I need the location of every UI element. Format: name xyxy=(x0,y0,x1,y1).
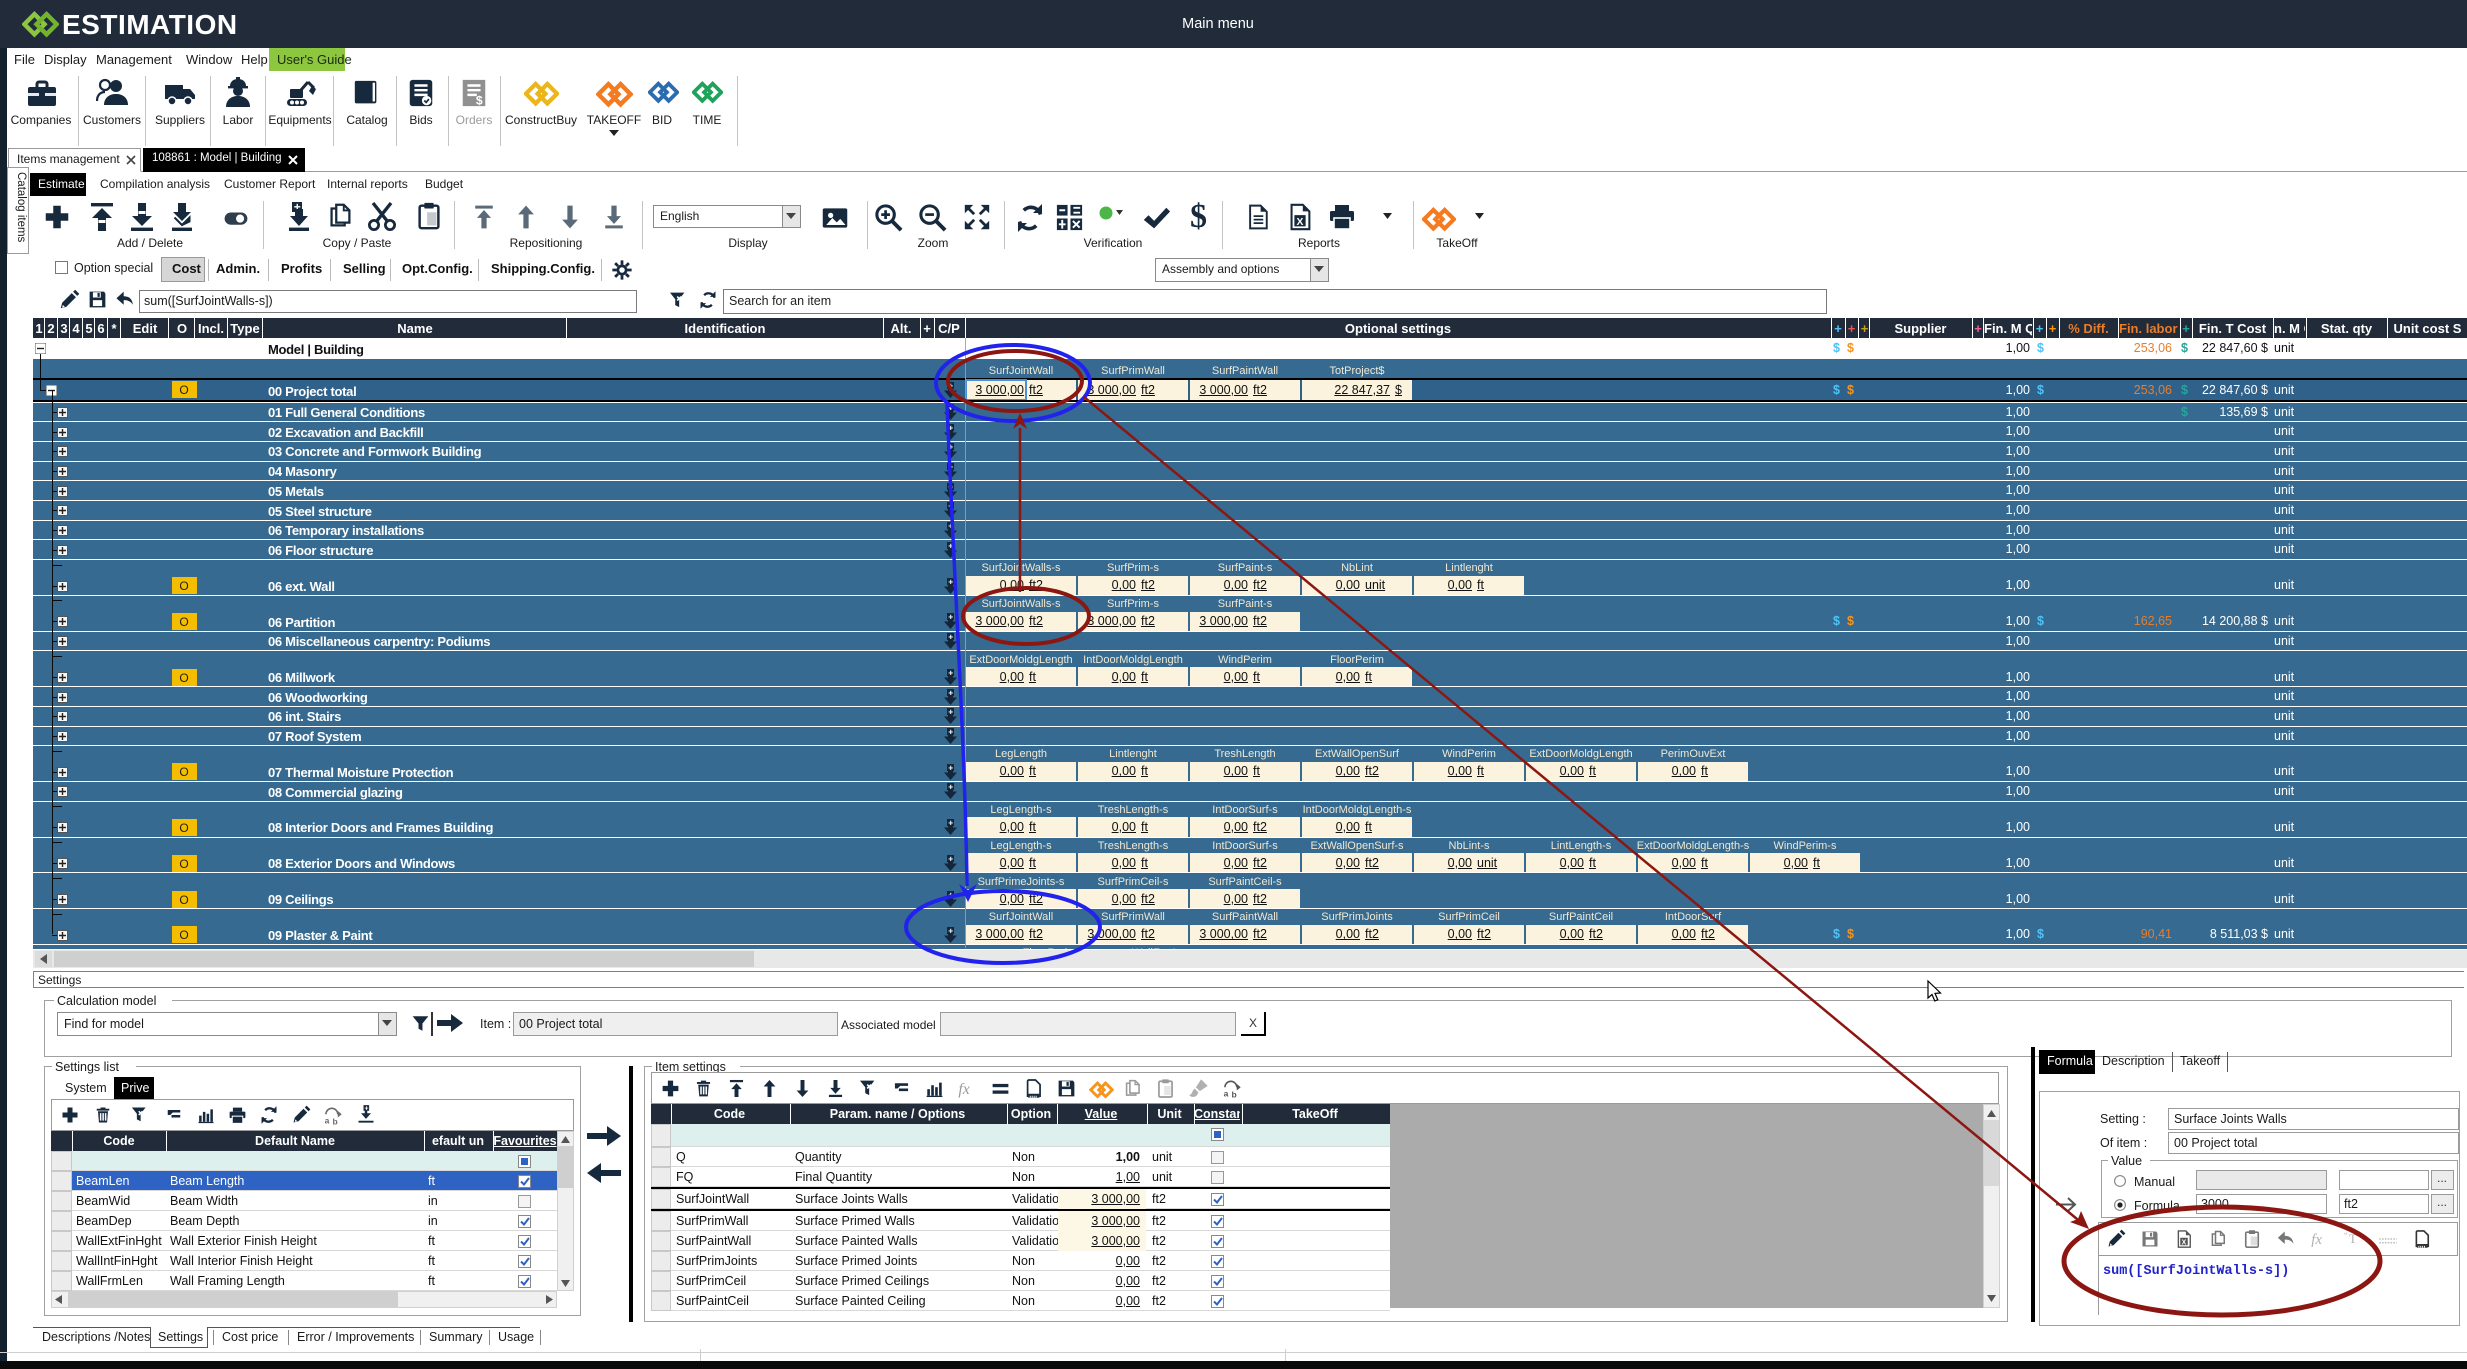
svg-text:X: X xyxy=(1296,217,1303,228)
svg-text:T: T xyxy=(2349,1232,2357,1246)
svg-text:a: a xyxy=(325,1115,330,1125)
svg-text:fx: fx xyxy=(958,1081,969,1098)
svg-text:fx: fx xyxy=(2311,1232,2322,1248)
svg-text:+: + xyxy=(364,1105,368,1112)
svg-text:“: “ xyxy=(2344,1230,2348,1240)
svg-text:b: b xyxy=(333,1117,338,1126)
svg-text:b: b xyxy=(1232,1090,1237,1099)
svg-text:$: $ xyxy=(476,93,483,107)
svg-text:X: X xyxy=(2182,1239,2187,1246)
svg-text:a: a xyxy=(1224,1088,1229,1098)
svg-text:”: ” xyxy=(2357,1230,2361,1240)
